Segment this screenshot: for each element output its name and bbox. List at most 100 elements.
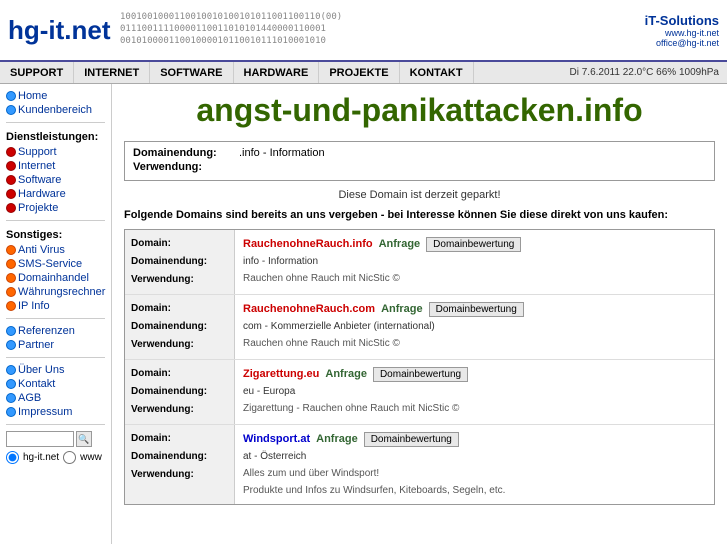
bullet-icon (6, 340, 16, 350)
sidebar-item-kontakt[interactable]: Kontakt (6, 378, 105, 390)
referenzen-link[interactable]: Referenzen (18, 325, 75, 337)
domainbewertung-button[interactable]: Domainbewertung (426, 237, 521, 252)
domainbewertung-button[interactable]: Domainbewertung (364, 432, 459, 447)
bullet-icon (6, 91, 16, 101)
bullet-icon (6, 105, 16, 115)
sonstiges-header: Sonstiges: (6, 229, 105, 241)
hardware-link[interactable]: Hardware (18, 188, 66, 200)
domain-verwendung-val: Alles zum und über Windsport! (243, 465, 706, 482)
sidebar-item-projekte[interactable]: Projekte (6, 202, 105, 214)
nav-projekte[interactable]: PROJEKTE (319, 62, 399, 83)
sidebar-item-home[interactable]: Home (6, 90, 105, 102)
bullet-icon (6, 245, 16, 255)
sidebar-item-partner[interactable]: Partner (6, 339, 105, 351)
domain-endung-val: info - Information (243, 253, 706, 270)
sidebar-item-software[interactable]: Software (6, 174, 105, 186)
anfrage-link[interactable]: Anfrage (381, 300, 423, 319)
domain-row: Domain:Domainendung:Verwendung: Raucheno… (125, 230, 714, 295)
dienstleistungen-header: Dienstleistungen: (6, 131, 105, 143)
divider (6, 122, 105, 123)
domain-name-text: Zigarettung.eu (243, 368, 319, 380)
domainbewertung-button[interactable]: Domainbewertung (373, 367, 468, 382)
ueber-link[interactable]: Über Uns (18, 364, 64, 376)
domain-verwendung-val: Rauchen ohne Rauch mit NicStic © (243, 335, 706, 352)
domain-endung-row: Domainendung: .info - Information (133, 147, 706, 159)
sidebar-item-ipinfo[interactable]: IP Info (6, 300, 105, 312)
search-input[interactable] (6, 431, 74, 447)
anfrage-link[interactable]: Anfrage (325, 365, 367, 384)
radio-hgit[interactable] (6, 451, 19, 464)
page-title: angst-und-panikattacken.info (124, 92, 715, 129)
bullet-icon (6, 301, 16, 311)
nav-support[interactable]: SUPPORT (0, 62, 74, 83)
projekte-link[interactable]: Projekte (18, 202, 58, 214)
website-link[interactable]: www.hg-it.net (656, 28, 719, 38)
domainbewertung-button[interactable]: Domainbewertung (429, 302, 524, 317)
domain-name-link[interactable]: Zigarettung.eu (243, 365, 319, 384)
anfrage-link[interactable]: Anfrage (316, 430, 358, 449)
email-link[interactable]: office@hg-it.net (656, 38, 719, 48)
antivirus-link[interactable]: Anti Virus (18, 244, 65, 256)
domain-labels: Domain:Domainendung:Verwendung: (125, 295, 235, 359)
sidebar-item-agb[interactable]: AGB (6, 392, 105, 404)
software-link[interactable]: Software (18, 174, 61, 186)
domain-name-link[interactable]: Windsport.at (243, 430, 310, 449)
domainhandel-link[interactable]: Domainhandel (18, 272, 89, 284)
sidebar-item-ueber[interactable]: Über Uns (6, 364, 105, 376)
sidebar-item-domainhandel[interactable]: Domainhandel (6, 272, 105, 284)
sidebar-item-sms[interactable]: SMS-Service (6, 258, 105, 270)
sidebar-search: 🔍 (6, 431, 105, 447)
domain-values: Windsport.at Anfrage Domainbewertung at … (235, 425, 714, 505)
kontakt-link[interactable]: Kontakt (18, 378, 55, 390)
domain-name-link[interactable]: RauchenohneRauch.info (243, 235, 373, 254)
main-layout: Home Kundenbereich Dienstleistungen: Sup… (0, 84, 727, 544)
nav-software[interactable]: SOFTWARE (150, 62, 233, 83)
agb-link[interactable]: AGB (18, 392, 41, 404)
waehrung-link[interactable]: Währungsrechner (18, 286, 105, 298)
radio-hgit-label: hg-it.net (23, 452, 59, 463)
domain-name-link[interactable]: RauchenohneRauch.com (243, 300, 375, 319)
kundenbereich-link[interactable]: Kundenbereich (18, 104, 92, 116)
internet-link[interactable]: Internet (18, 160, 55, 172)
domain-verwendung-val: Rauchen ohne Rauch mit NicStic © (243, 270, 706, 287)
sidebar-item-support[interactable]: Support (6, 146, 105, 158)
logo[interactable]: hg-it.net (8, 15, 111, 46)
sidebar-item-hardware[interactable]: Hardware (6, 188, 105, 200)
header: hg-it.net 100100100011001001010010101100… (0, 0, 727, 62)
nav-internet[interactable]: INTERNET (74, 62, 150, 83)
support-link[interactable]: Support (18, 146, 57, 158)
bullet-icon (6, 273, 16, 283)
divider (6, 220, 105, 221)
domain-verwendung-val2: Produkte und Infos zu Windsurfen, Kitebo… (243, 482, 706, 499)
domains-intro: Folgende Domains sind bereits an uns ver… (124, 209, 715, 221)
domain-row: Domain:Domainendung:Verwendung: Zigarett… (125, 360, 714, 425)
sidebar-item-referenzen[interactable]: Referenzen (6, 325, 105, 337)
radio-www[interactable] (63, 451, 76, 464)
partner-link[interactable]: Partner (18, 339, 54, 351)
domain-verwendung-val: Zigarettung - Rauchen ohne Rauch mit Nic… (243, 400, 706, 417)
nav-kontakt[interactable]: KONTAKT (400, 62, 474, 83)
header-links: www.hg-it.net office@hg-it.net (656, 28, 719, 48)
domain-name-text: RauchenohneRauch.com (243, 303, 375, 315)
sidebar-item-waehrung[interactable]: Währungsrechner (6, 286, 105, 298)
sidebar-item-antivirus[interactable]: Anti Virus (6, 244, 105, 256)
verwendung-label: Verwendung: (133, 161, 233, 173)
header-binary: 1001001000110010010100101011001100110(00… (120, 0, 597, 60)
anfrage-link[interactable]: Anfrage (379, 235, 421, 254)
content-area: angst-und-panikattacken.info Domainendun… (112, 84, 727, 544)
sidebar-item-kundenbereich[interactable]: Kundenbereich (6, 104, 105, 116)
bullet-icon (6, 161, 16, 171)
radio-www-label: www (80, 452, 102, 463)
sidebar-item-internet[interactable]: Internet (6, 160, 105, 172)
bullet-icon (6, 365, 16, 375)
sidebar-item-impressum[interactable]: Impressum (6, 406, 105, 418)
sms-link[interactable]: SMS-Service (18, 258, 82, 270)
nav-hardware[interactable]: HARDWARE (234, 62, 320, 83)
search-button[interactable]: 🔍 (76, 431, 92, 447)
ipinfo-link[interactable]: IP Info (18, 300, 50, 312)
home-link[interactable]: Home (18, 90, 47, 102)
navbar: SUPPORT INTERNET SOFTWARE HARDWARE PROJE… (0, 62, 727, 84)
bullet-icon (6, 287, 16, 297)
impressum-link[interactable]: Impressum (18, 406, 72, 418)
domain-name-row: RauchenohneRauch.info Anfrage Domainbewe… (243, 235, 706, 254)
